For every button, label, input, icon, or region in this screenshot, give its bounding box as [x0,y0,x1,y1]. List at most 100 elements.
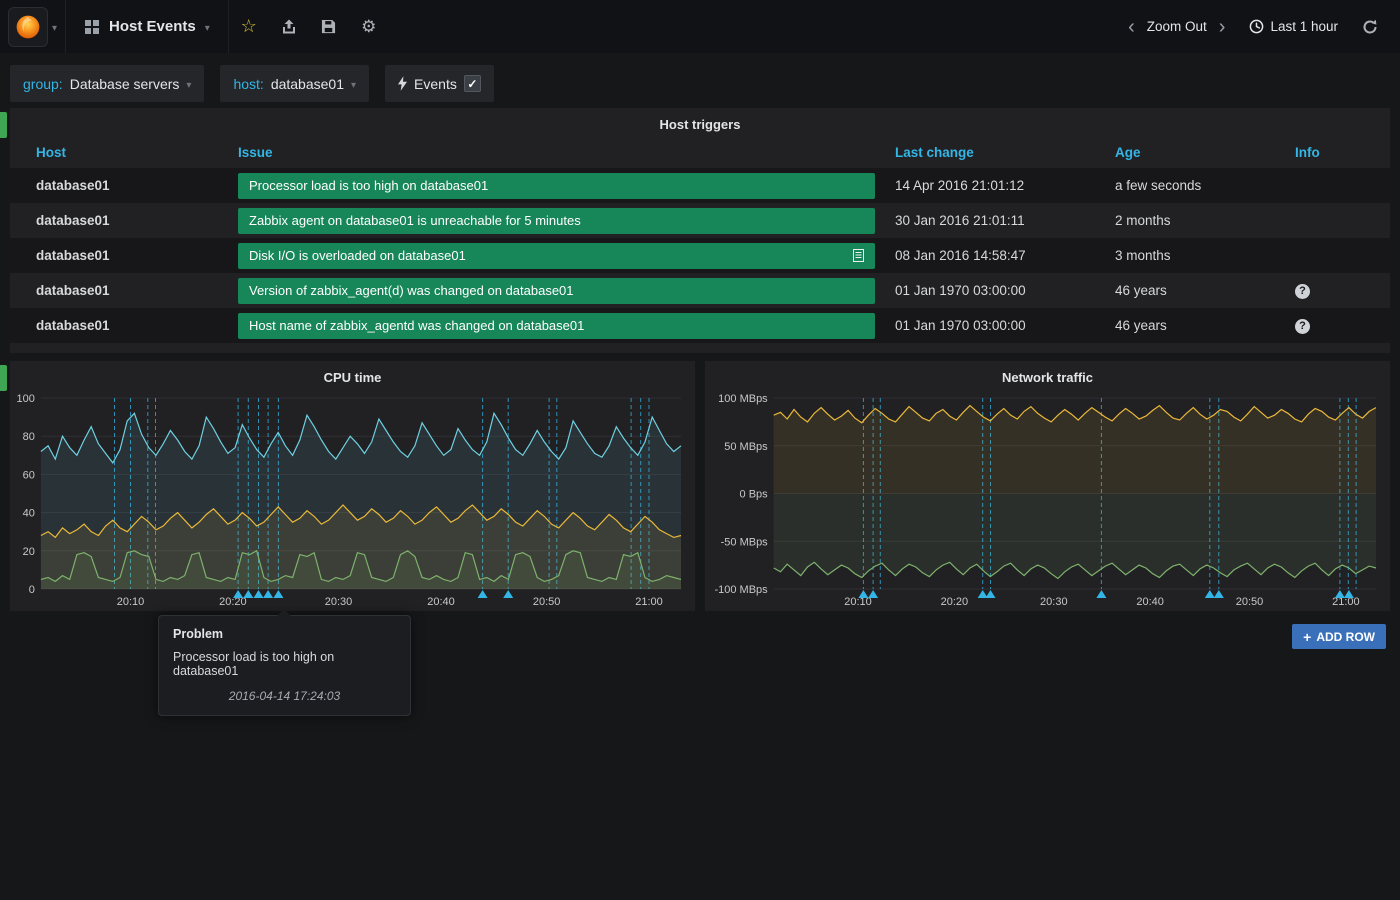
last-change-cell: 14 Apr 2016 21:01:12 [885,168,1105,203]
host-cell: database01 [10,203,228,238]
cpu-time-graph[interactable]: 02040608010020:1020:2020:3020:4020:5021:… [10,390,695,611]
host-variable-dropdown[interactable]: host: database01 [220,65,369,102]
share-icon [281,19,297,35]
column-header-issue[interactable]: Issue [228,137,885,168]
events-checkbox[interactable] [464,75,481,92]
issue-severity-badge: Host name of zabbix_agentd was changed o… [238,313,875,339]
svg-text:0: 0 [29,584,35,596]
chevron-down-icon [351,76,356,91]
age-cell: 2 months [1105,203,1285,238]
annotation-tooltip: Problem Processor load is too high on da… [158,615,411,716]
svg-text:80: 80 [23,431,35,443]
info-cell: ? [1285,273,1390,308]
svg-text:60: 60 [23,469,35,481]
top-navbar: Host Events ‹ Zoom Out › [0,0,1400,53]
svg-text:100 MBps: 100 MBps [718,393,768,405]
gear-icon [361,17,376,37]
column-header-info[interactable]: Info [1285,137,1390,168]
panel-title[interactable]: Host triggers [10,108,1390,137]
svg-text:21:00: 21:00 [635,596,663,608]
svg-text:0 Bps: 0 Bps [740,489,769,501]
check-icon [467,76,477,91]
age-cell: 3 months [1105,238,1285,273]
table-row: database01 Zabbix agent on database01 is… [10,203,1390,238]
chevron-down-icon [52,19,57,34]
dashboard-title-dropdown[interactable]: Host Events [66,0,229,53]
clock-icon [1249,19,1264,34]
issue-severity-badge: Version of zabbix_agent(d) was changed o… [238,278,875,304]
annotation-tooltip-time: 2016-04-14 17:24:03 [173,689,396,703]
group-variable-dropdown[interactable]: group: Database servers [10,65,204,102]
acknowledge-document-icon[interactable] [853,249,864,262]
info-question-icon[interactable]: ? [1295,319,1310,334]
events-annotation-toggle[interactable]: Events [385,65,494,102]
network-traffic-graph[interactable]: -100 MBps -50 MBps 0 Bps 50 MBps 100 MBps 20:… [705,390,1390,611]
info-cell [1285,168,1390,203]
svg-text:20:30: 20:30 [325,596,353,608]
svg-text:20:40: 20:40 [427,596,455,608]
row-menu-tab[interactable] [0,112,7,138]
chevron-down-icon [186,76,191,91]
time-range-label: Last 1 hour [1270,19,1338,34]
svg-text:20: 20 [23,546,35,558]
issue-severity-badge: Zabbix agent on database01 is unreachabl… [238,208,875,234]
table-row: database01 Processor load is too high on… [10,168,1390,203]
dashboard-grid-icon [84,19,100,35]
host-cell: database01 [10,273,228,308]
graphs-row: CPU time 02040608010020:1020:2020:3020:4… [0,361,1400,611]
panel-title[interactable]: Network traffic [705,361,1390,390]
cpu-time-panel: CPU time 02040608010020:1020:2020:3020:4… [10,361,695,611]
issue-severity-badge: Processor load is too high on database01 [238,173,875,199]
svg-text:20:30: 20:30 [1040,596,1068,608]
row-menu-tab[interactable] [0,365,7,391]
svg-text:40: 40 [23,508,35,520]
time-shift-forward-button[interactable]: › [1211,17,1234,37]
grafana-menu-button[interactable] [0,0,66,53]
host-triggers-panel: Host triggers Host Issue Last change Age… [10,108,1390,353]
host-variable-label: host: [233,76,263,92]
age-cell: 46 years [1105,308,1285,343]
triggers-table: Host Issue Last change Age Info database… [10,137,1390,343]
add-row-button[interactable]: ADD ROW [1292,624,1386,649]
group-variable-label: group: [23,76,63,92]
template-variables-row: group: Database servers host: database01… [0,53,1400,108]
svg-text:-50 MBps: -50 MBps [721,536,769,548]
page-title: Host Events [109,18,196,35]
host-cell: database01 [10,238,228,273]
dashboard-settings-button[interactable] [349,0,389,53]
svg-text:50 MBps: 50 MBps [724,441,768,453]
info-cell [1285,203,1390,238]
share-dashboard-button[interactable] [269,0,309,53]
refresh-button[interactable] [1354,19,1386,35]
column-header-age[interactable]: Age [1105,137,1285,168]
add-row-label: ADD ROW [1316,630,1375,644]
table-header-row: Host Issue Last change Age Info [10,137,1390,168]
lightning-bolt-icon [398,76,407,91]
annotation-tooltip-text: Processor load is too high on database01 [173,650,396,678]
svg-text:20:10: 20:10 [117,596,145,608]
info-cell [1285,238,1390,273]
star-dashboard-button[interactable] [229,0,269,53]
last-change-cell: 30 Jan 2016 21:01:11 [885,203,1105,238]
column-header-host[interactable]: Host [10,137,228,168]
info-question-icon[interactable]: ? [1295,284,1310,299]
svg-text:20:20: 20:20 [941,596,969,608]
svg-text:-100 MBps: -100 MBps [714,584,768,596]
time-shift-back-button[interactable]: ‹ [1120,17,1143,37]
star-icon [241,16,257,37]
svg-text:20:50: 20:50 [1236,596,1264,608]
panel-title[interactable]: CPU time [10,361,695,390]
host-variable-value: database01 [271,76,344,92]
issue-severity-badge: Disk I/O is overloaded on database01 [238,243,875,269]
info-cell: ? [1285,308,1390,343]
plus-icon [1303,629,1311,645]
table-row: database01 Version of zabbix_agent(d) wa… [10,273,1390,308]
table-row: database01 Host name of zabbix_agentd wa… [10,308,1390,343]
time-range-picker[interactable]: Last 1 hour [1235,19,1352,34]
triggers-row: Host triggers Host Issue Last change Age… [0,108,1400,353]
column-header-last-change[interactable]: Last change [885,137,1105,168]
last-change-cell: 01 Jan 1970 03:00:00 [885,308,1105,343]
zoom-out-button[interactable]: Zoom Out [1145,19,1209,34]
svg-text:20:50: 20:50 [533,596,561,608]
save-dashboard-button[interactable] [309,0,349,53]
